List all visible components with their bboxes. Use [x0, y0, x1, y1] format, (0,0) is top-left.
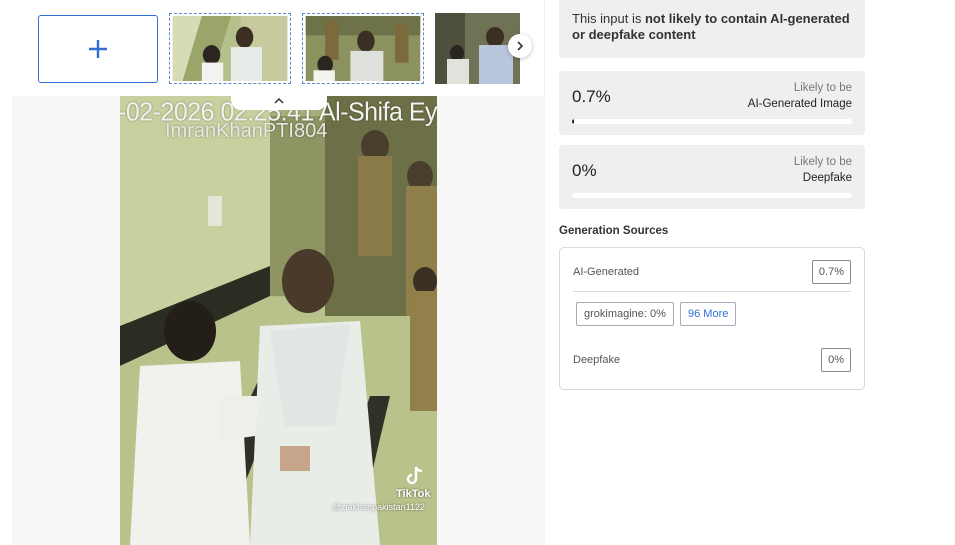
ai-score-label-bottom: AI-Generated Image: [747, 98, 852, 110]
plus-icon: [89, 40, 107, 58]
generation-sources-title: Generation Sources: [559, 225, 669, 237]
overlay-username: ImranKhanPTI804: [165, 120, 328, 142]
tiktok-label: TikTok: [396, 488, 431, 500]
deepfake-score-card: 0% Likely to be Deepfake: [559, 145, 865, 209]
deepfake-score-value: 0%: [572, 161, 597, 180]
thumbnail-2[interactable]: [302, 13, 424, 84]
ai-score-value: 0.7%: [572, 87, 611, 106]
thumbnail-strip: [0, 0, 545, 96]
more-sources-button[interactable]: 96 More: [680, 302, 737, 326]
add-media-button[interactable]: [38, 15, 158, 83]
thumbnail-1[interactable]: [169, 13, 291, 84]
ai-generated-source-value: 0.7%: [811, 260, 851, 284]
chevron-right-icon: [517, 41, 524, 51]
grokimagine-tag: grokimagine: 0%: [576, 302, 674, 326]
media-panel: -02-2026 02:25:41 Al-Shifa Eye ImranKhan…: [0, 0, 545, 545]
deepfake-score-label-top: Likely to be: [793, 156, 852, 168]
ai-score-bar-fill: [572, 119, 574, 124]
verdict-text: This input is not likely to contain AI-g…: [572, 11, 852, 43]
thumbnail-3[interactable]: [435, 13, 520, 84]
ai-score-bar: [572, 119, 852, 124]
deepfake-source-value: 0%: [821, 348, 851, 372]
chevron-up-icon: [274, 97, 284, 104]
carousel-next-button[interactable]: [508, 34, 532, 58]
verdict-prefix: This input is: [572, 11, 645, 26]
media-preview: -02-2026 02:25:41 Al-Shifa Eye ImranKhan…: [120, 96, 437, 545]
ai-generated-source-label: AI-Generated: [573, 266, 640, 278]
ai-score-label-top: Likely to be: [793, 82, 852, 94]
deepfake-score-label-bottom: Deepfake: [802, 172, 852, 184]
thumbnail-3-image: [435, 13, 520, 84]
thumbnail-1-image: [172, 16, 288, 81]
ai-generated-score-card: 0.7% Likely to be AI-Generated Image: [559, 71, 865, 135]
thumbnail-2-image: [305, 16, 421, 81]
collapse-thumbnails-button[interactable]: [231, 92, 327, 110]
media-preview-image: [120, 96, 437, 545]
verdict-card: This input is not likely to contain AI-g…: [559, 0, 865, 58]
sources-divider: [573, 291, 851, 292]
deepfake-source-label: Deepfake: [573, 354, 621, 366]
tiktok-icon: [406, 466, 423, 485]
results-panel: This input is not likely to contain AI-g…: [546, 0, 955, 545]
generation-sources-box: AI-Generated 0.7% grokimagine: 0% 96 Mor…: [559, 247, 865, 390]
tiktok-handle: @ziakhanpakistan1122: [332, 502, 426, 512]
deepfake-score-bar: [572, 193, 852, 198]
